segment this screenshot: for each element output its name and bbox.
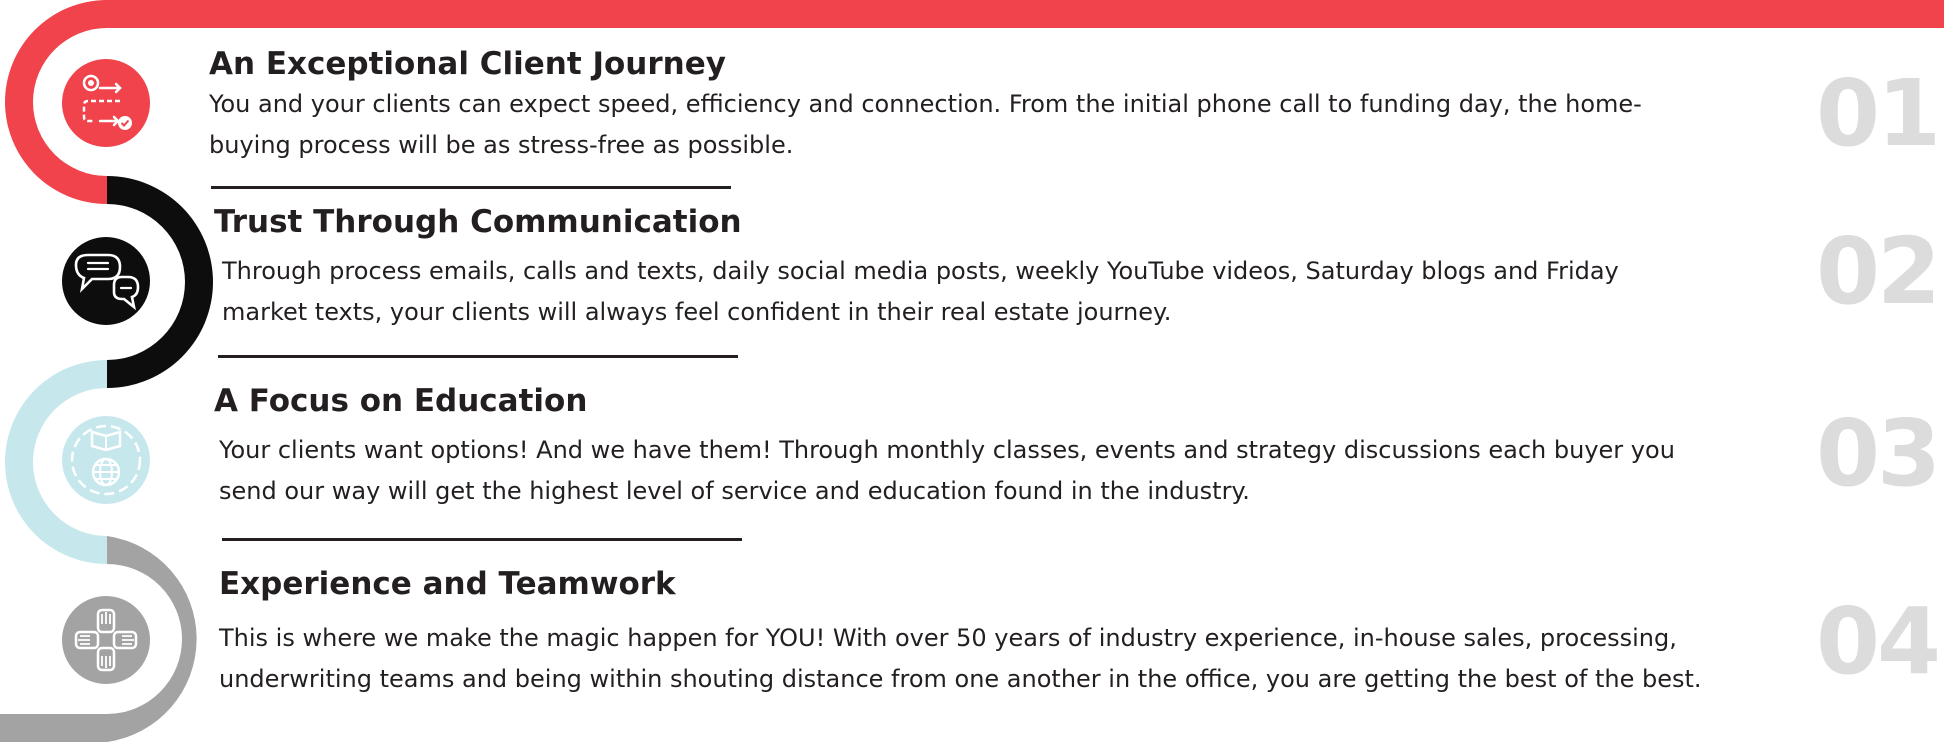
divider-line bbox=[222, 538, 742, 541]
step-title: A Focus on Education bbox=[214, 383, 588, 419]
chat-bubbles-icon bbox=[62, 237, 150, 325]
step-description: This is where we make the magic happen f… bbox=[219, 624, 1702, 693]
step-description: Through process emails, calls and texts,… bbox=[222, 257, 1619, 326]
divider-line bbox=[218, 355, 738, 358]
step-title: Experience and Teamwork bbox=[219, 566, 676, 602]
step-title: Trust Through Communication bbox=[214, 204, 742, 240]
step-description: Your clients want options! And we have t… bbox=[219, 436, 1675, 505]
step-title: An Exceptional Client Journey bbox=[209, 46, 726, 82]
step-description: You and your clients can expect speed, e… bbox=[209, 90, 1642, 159]
client-journey-flow-icon bbox=[62, 59, 150, 147]
step-number: 03 bbox=[1815, 400, 1941, 507]
divider-line bbox=[211, 186, 731, 189]
step-number: 01 bbox=[1815, 60, 1941, 167]
step-number: 04 bbox=[1815, 588, 1941, 695]
book-globe-icon bbox=[62, 416, 150, 504]
teamwork-hands-icon bbox=[62, 596, 150, 684]
step-number: 02 bbox=[1815, 218, 1941, 325]
